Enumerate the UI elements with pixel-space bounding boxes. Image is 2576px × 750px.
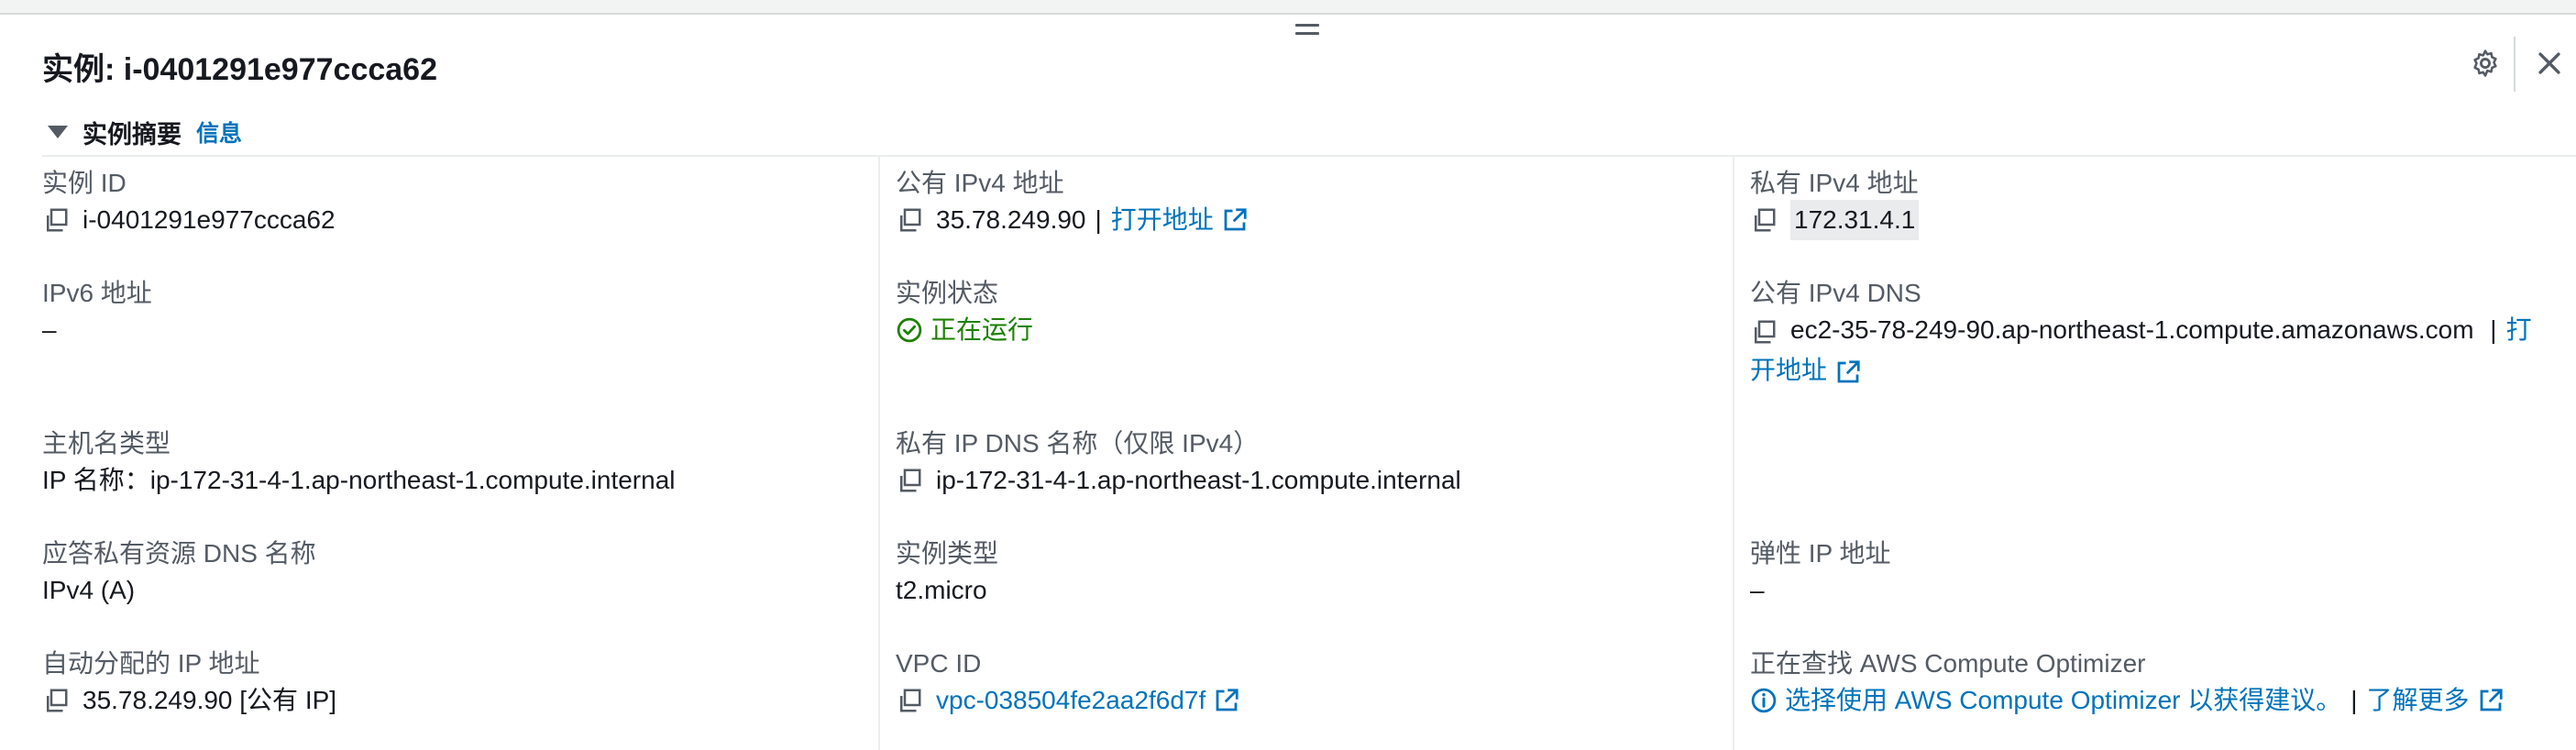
field-ipv6: IPv6 地址 – (42, 277, 152, 350)
external-link-icon[interactable] (1221, 206, 1249, 234)
summary-label: 实例摘要 (83, 120, 182, 149)
elastic-ip-value: – (1750, 576, 1765, 604)
field-instance-id: 实例 ID i-0401291e977ccca62 (42, 167, 336, 240)
separator: | (2490, 315, 2497, 344)
copy-icon[interactable] (1750, 206, 1778, 234)
field-label: 私有 IPv4 地址 (1750, 169, 1919, 197)
gear-icon[interactable] (2470, 48, 2501, 79)
separator: | (1095, 205, 1102, 234)
hostname-type-value: IP 名称：ip-172-31-4-1.ap-northeast-1.compu… (42, 466, 676, 494)
ipv6-value: – (42, 315, 57, 344)
public-ipv4-value: 35.78.249.90 (936, 205, 1086, 234)
field-vpc-id: VPC ID vpc-038504fe2aa2f6d7f (896, 647, 1240, 721)
copy-icon[interactable] (896, 687, 923, 714)
field-elastic-ip: 弹性 IP 地址 – (1750, 537, 1891, 611)
copy-icon[interactable] (896, 206, 923, 234)
close-icon[interactable] (2534, 48, 2565, 79)
external-link-icon[interactable] (1834, 358, 1862, 386)
info-circle-icon (1751, 688, 1777, 713)
resize-handle[interactable] (1295, 24, 1319, 39)
instance-type-value: t2.micro (896, 576, 987, 604)
auto-ip-value: 35.78.249.90 [公有 IP] (83, 686, 337, 714)
copy-icon[interactable] (1750, 318, 1778, 346)
check-circle-icon (897, 317, 922, 343)
private-ipv4-value: 172.31.4.1 (1790, 200, 1920, 240)
info-link[interactable]: 信息 (196, 116, 242, 149)
field-label: 正在查找 AWS Compute Optimizer (1750, 649, 2146, 678)
field-label: 主机名类型 (42, 429, 171, 458)
field-instance-state: 实例状态 正在运行 (896, 277, 1033, 350)
field-instance-type: 实例类型 t2.micro (896, 537, 998, 611)
column-divider (1733, 155, 1734, 750)
vpc-id-link[interactable]: vpc-038504fe2aa2f6d7f (936, 680, 1205, 721)
field-private-ipv4: 私有 IPv4 地址 172.31.4.1 (1750, 167, 1920, 240)
field-label: 实例 ID (42, 169, 127, 197)
optimizer-opt-in-link[interactable]: 选择使用 AWS Compute Optimizer 以获得建议。 (1785, 680, 2341, 721)
instance-id-value: i-0401291e977ccca62 (83, 205, 336, 234)
header-divider (2514, 37, 2515, 92)
field-auto-ip: 自动分配的 IP 地址 35.78.249.90 [公有 IP] (42, 647, 336, 721)
field-compute-optimizer: 正在查找 AWS Compute Optimizer 选择使用 AWS Comp… (1750, 647, 2504, 721)
instance-detail-panel: 实例: i-0401291e977ccca62 实例摘要 信息 实例 ID i-… (0, 0, 2576, 750)
field-label: IPv6 地址 (42, 279, 152, 307)
field-label: 公有 IPv4 地址 (896, 169, 1064, 197)
learn-more-link[interactable]: 了解更多 (2367, 680, 2470, 721)
field-hostname-type: 主机名类型 IP 名称：ip-172-31-4-1.ap-northeast-1… (42, 427, 676, 501)
field-public-dns: 公有 IPv4 DNS ec2-35-78-249-90.ap-northeas… (1750, 277, 2557, 391)
field-label: 应答私有资源 DNS 名称 (42, 539, 316, 568)
field-label: 公有 IPv4 DNS (1750, 279, 1921, 307)
copy-icon[interactable] (896, 467, 923, 494)
external-link-icon[interactable] (2477, 687, 2504, 714)
field-label: VPC ID (896, 649, 982, 678)
top-strip (0, 0, 2576, 15)
instance-state-value: 正在运行 (930, 315, 1034, 344)
summary-toggle[interactable]: 实例摘要 信息 (48, 114, 242, 150)
field-label: 弹性 IP 地址 (1750, 539, 1891, 568)
copy-icon[interactable] (42, 687, 70, 714)
private-dns-value: ip-172-31-4-1.ap-northeast-1.compute.int… (936, 466, 1461, 494)
field-label: 实例类型 (896, 539, 999, 568)
public-dns-value: ec2-35-78-249-90.ap-northeast-1.compute.… (1790, 315, 2474, 344)
field-resource-dns: 应答私有资源 DNS 名称 IPv4 (A) (42, 537, 316, 611)
field-private-dns: 私有 IP DNS 名称（仅限 IPv4） ip-172-31-4-1.ap-n… (896, 427, 1461, 501)
resource-dns-value: IPv4 (A) (42, 576, 136, 604)
open-address-link[interactable]: 打开地址 (1111, 200, 1214, 240)
external-link-icon[interactable] (1213, 687, 1240, 714)
field-label: 实例状态 (896, 279, 999, 307)
copy-icon[interactable] (42, 206, 70, 234)
field-label: 自动分配的 IP 地址 (42, 649, 260, 678)
separator: | (2350, 686, 2358, 714)
field-label: 私有 IP DNS 名称（仅限 IPv4） (896, 429, 1260, 458)
field-public-ipv4: 公有 IPv4 地址 35.78.249.90 | 打开地址 (896, 167, 1249, 240)
page-title: 实例: i-0401291e977ccca62 (42, 52, 437, 87)
caret-down-icon (48, 126, 68, 138)
section-divider (42, 155, 2576, 157)
column-divider (878, 155, 880, 750)
